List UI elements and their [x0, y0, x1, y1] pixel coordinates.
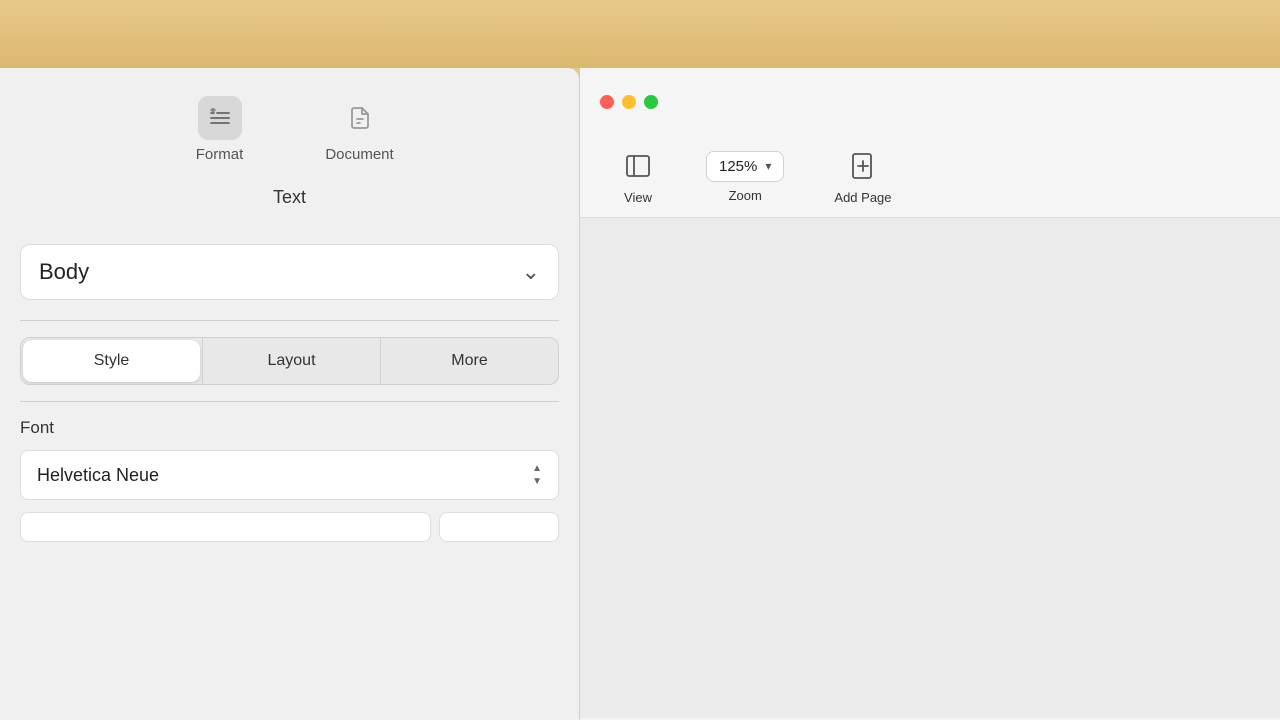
- stepper-down-icon: ▼: [532, 476, 542, 487]
- font-size-row: ▲▼: [20, 512, 559, 542]
- view-toolbar-button[interactable]: View: [620, 148, 656, 205]
- document-icon-bg: [338, 96, 382, 140]
- zoom-dropdown[interactable]: 125% ▾: [706, 151, 784, 182]
- window-chrome: View 125% ▾ Zoom: [580, 68, 1280, 720]
- zoom-label: Zoom: [729, 188, 762, 203]
- divider-1: [20, 320, 559, 321]
- style-tab-button[interactable]: Style: [23, 340, 200, 382]
- layout-tab-button[interactable]: Layout: [203, 338, 380, 384]
- minimize-button[interactable]: [622, 95, 636, 109]
- format-icon-bg: [198, 96, 242, 140]
- sidebar: Format Document Text Body ⌄: [0, 68, 580, 720]
- document-tab-button[interactable]: Document: [320, 96, 400, 163]
- main-area: Format Document Text Body ⌄: [0, 68, 1280, 720]
- add-page-button[interactable]: Add Page: [834, 148, 891, 205]
- font-section: Font Helvetica Neue ▲ ▼: [0, 402, 579, 500]
- document-canvas: [580, 218, 1280, 718]
- stepper-up-icon: ▲: [532, 463, 542, 474]
- font-family-dropdown[interactable]: Helvetica Neue ▲ ▼: [20, 450, 559, 500]
- body-style-dropdown[interactable]: Body ⌄: [20, 244, 559, 300]
- window-titlebar: [580, 68, 1280, 136]
- format-tab-label: Format: [196, 146, 244, 163]
- add-page-label: Add Page: [834, 190, 891, 205]
- style-tabs-row: Style Layout More: [20, 337, 559, 385]
- view-label: View: [624, 190, 652, 205]
- zoom-toolbar-control[interactable]: 125% ▾ Zoom: [706, 151, 784, 203]
- body-dropdown-chevron-icon: ⌄: [522, 259, 540, 285]
- window-toolbar: View 125% ▾ Zoom: [580, 136, 1280, 218]
- traffic-lights: [600, 95, 658, 109]
- format-icon: [208, 106, 232, 130]
- format-tab-button[interactable]: Format: [180, 96, 260, 163]
- document-icon: [348, 106, 372, 130]
- sidebar-toolbar: Format Document: [0, 68, 579, 179]
- add-page-icon: [845, 148, 881, 184]
- font-style-dropdown[interactable]: ▲▼: [20, 512, 431, 542]
- maximize-button[interactable]: [644, 95, 658, 109]
- view-icon: [620, 148, 656, 184]
- document-tab-label: Document: [325, 146, 393, 163]
- font-section-label: Font: [20, 418, 559, 438]
- style-tabs-container: Style Layout More: [20, 337, 559, 385]
- top-bar: [0, 0, 1280, 68]
- font-family-value: Helvetica Neue: [37, 465, 159, 486]
- zoom-chevron-icon: ▾: [765, 159, 771, 173]
- more-tab-button[interactable]: More: [381, 338, 558, 384]
- font-stepper-arrows[interactable]: ▲ ▼: [532, 463, 542, 487]
- zoom-value: 125%: [719, 158, 757, 175]
- font-size-input[interactable]: [439, 512, 559, 542]
- right-panel: View 125% ▾ Zoom: [580, 68, 1280, 720]
- text-section-label: Text: [0, 179, 579, 224]
- close-button[interactable]: [600, 95, 614, 109]
- body-style-value: Body: [39, 259, 89, 285]
